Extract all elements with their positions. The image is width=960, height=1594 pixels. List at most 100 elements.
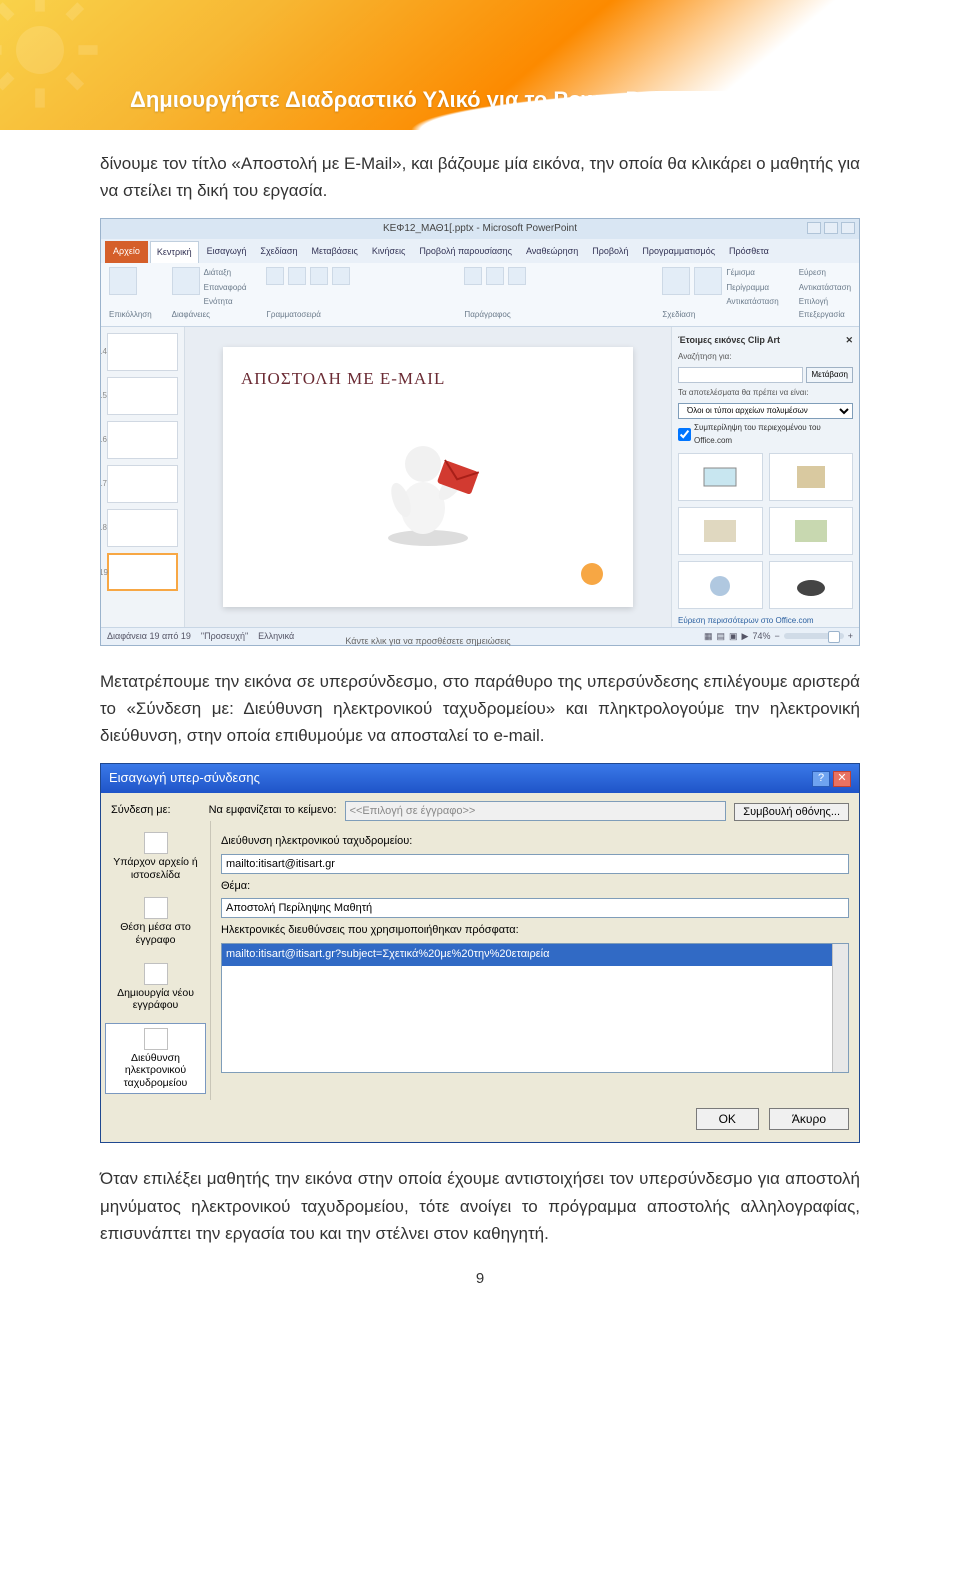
window-controls[interactable] <box>807 222 855 234</box>
email-icon <box>144 1028 168 1050</box>
link-to-email[interactable]: Διεύθυνση ηλεκτρονικού ταχυδρομείου <box>105 1023 206 1095</box>
link-to-existing[interactable]: Υπάρχον αρχείο ή ιστοσελίδα <box>105 827 206 886</box>
ribbon-select[interactable]: Επιλογή <box>799 296 851 309</box>
results-note: Τα αποτελέσματα θα πρέπει να είναι: <box>678 387 853 400</box>
clipart-search-input[interactable] <box>678 367 803 383</box>
help-icon[interactable]: ? <box>812 771 830 787</box>
ribbon-group-drawing: Σχεδίαση <box>662 309 778 322</box>
ok-button[interactable]: OK <box>696 1108 759 1130</box>
cancel-button[interactable]: Άκυρο <box>769 1108 849 1130</box>
page-banner: Δημιουργήστε Διαδραστικό Υλικό για το Po… <box>0 0 960 130</box>
media-types-select[interactable]: Όλοι οι τύποι αρχείων πολυμέσων <box>678 403 853 419</box>
tab-addins[interactable]: Πρόσθετα <box>723 241 775 262</box>
tab-review[interactable]: Αναθεώρηση <box>520 241 584 262</box>
slide-thumb-16[interactable]: 16 <box>107 421 178 459</box>
ppt-title-bar: ΚΕΦ12_ΜΑΘ1[.pptx - Microsoft PowerPoint <box>101 219 859 239</box>
email-address-input[interactable] <box>221 854 849 874</box>
view-sorter-icon[interactable]: ▤ <box>717 629 726 643</box>
paragraph-2: Μετατρέπουμε την εικόνα σε υπερσύνδεσμο,… <box>100 668 860 750</box>
slide-title[interactable]: ΑΠΟΣΤΟΛΗ ΜΕ E-MAIL <box>241 365 615 392</box>
arrange-icon[interactable] <box>694 267 722 295</box>
slide-thumb-18[interactable]: 18 <box>107 509 178 547</box>
ribbon-fill[interactable]: Γέμισμα <box>726 267 778 280</box>
subject-label: Θέμα: <box>221 878 849 896</box>
slide-thumb-14[interactable]: 14 <box>107 333 178 371</box>
view-slideshow-icon[interactable]: ▶ <box>742 629 749 643</box>
ribbon-section[interactable]: Ενότητα <box>204 296 247 309</box>
recent-list[interactable]: mailto:itisart@itisart.gr?subject=Σχετικ… <box>221 943 849 1073</box>
clipart-result[interactable] <box>769 507 854 555</box>
notes-placeholder[interactable]: Κάντε κλικ για να προσθέσετε σημειώσεις <box>185 634 671 648</box>
hyperlink-dialog: Εισαγωγή υπερ-σύνδεσης ? ✕ Σύνδεση με: Ν… <box>100 763 860 1143</box>
view-normal-icon[interactable]: ▦ <box>704 629 713 643</box>
more-office-link[interactable]: Εύρεση περισσότερων στο Office.com <box>678 615 853 626</box>
paste-icon[interactable] <box>109 267 137 295</box>
font-size-icon[interactable] <box>332 267 350 285</box>
ribbon-tabs: Αρχείο Κεντρική Εισαγωγή Σχεδίαση Μεταβά… <box>101 239 859 262</box>
display-text-label: Να εμφανίζεται το κείμενο: <box>209 802 337 820</box>
maximize-icon[interactable] <box>824 222 838 234</box>
numbering-icon[interactable] <box>508 267 526 285</box>
view-reading-icon[interactable]: ▣ <box>729 629 738 643</box>
status-slide-count: Διαφάνεια 19 από 19 <box>107 629 191 643</box>
clipart-go-button[interactable]: Μετάβαση <box>806 367 853 383</box>
bold-icon[interactable] <box>266 267 284 285</box>
minimize-icon[interactable] <box>807 222 821 234</box>
align-icon[interactable] <box>464 267 482 285</box>
zoom-slider[interactable] <box>784 633 844 639</box>
bullets-icon[interactable] <box>486 267 504 285</box>
subject-input[interactable] <box>221 898 849 918</box>
ribbon-layout[interactable]: Διάταξη <box>204 267 247 280</box>
clipart-result[interactable] <box>769 453 854 501</box>
italic-icon[interactable] <box>288 267 306 285</box>
ribbon-group-font: Γραμματοσειρά <box>266 309 444 322</box>
recent-label: Ηλεκτρονικές διευθύνσεις που χρησιμοποιή… <box>221 922 849 940</box>
ribbon-effects[interactable]: Αντικατάσταση <box>726 296 778 309</box>
slide-thumb-19[interactable]: 19 <box>107 553 178 591</box>
ribbon-find[interactable]: Εύρεση <box>799 267 851 280</box>
tab-design[interactable]: Σχεδίαση <box>254 241 303 262</box>
link-to-sidebar: Υπάρχον αρχείο ή ιστοσελίδα Θέση μέσα στ… <box>101 821 211 1100</box>
new-slide-icon[interactable] <box>172 267 200 295</box>
current-slide[interactable]: ΑΠΟΣΤΟΛΗ ΜΕ E-MAIL <box>223 347 633 607</box>
ppt-title: ΚΕΦ12_ΜΑΘ1[.pptx - Microsoft PowerPoint <box>383 221 577 237</box>
underline-icon[interactable] <box>310 267 328 285</box>
close-icon[interactable] <box>841 222 855 234</box>
clipart-result[interactable] <box>678 507 763 555</box>
tab-file[interactable]: Αρχείο <box>105 241 148 262</box>
banner-curve <box>0 91 960 130</box>
tab-insert[interactable]: Εισαγωγή <box>201 241 253 262</box>
close-pane-icon[interactable]: ✕ <box>845 333 853 347</box>
paragraph-1: δίνουμε τον τίτλο «Αποστολή με E-Mail», … <box>100 150 860 204</box>
link-to-label: Σύνδεση με: <box>111 802 171 820</box>
scrollbar[interactable] <box>832 944 848 1072</box>
shapes-icon[interactable] <box>662 267 690 295</box>
close-icon[interactable]: ✕ <box>833 771 851 787</box>
ribbon-outline[interactable]: Περίγραμμα <box>726 282 778 295</box>
ribbon-replace[interactable]: Αντικατάσταση <box>799 282 851 295</box>
recent-list-item[interactable]: mailto:itisart@itisart.gr?subject=Σχετικ… <box>222 944 848 966</box>
powerpoint-screenshot: ΚΕΦ12_ΜΑΘ1[.pptx - Microsoft PowerPoint … <box>100 218 860 645</box>
tab-animations[interactable]: Κινήσεις <box>366 241 411 262</box>
slide-thumb-15[interactable]: 15 <box>107 377 178 415</box>
clipart-result[interactable] <box>769 561 854 609</box>
zoom-value: 74% <box>752 629 770 643</box>
selection-handle[interactable] <box>581 563 603 585</box>
page-number: 9 <box>100 1267 860 1291</box>
clipart-result[interactable] <box>678 453 763 501</box>
tab-transitions[interactable]: Μεταβάσεις <box>305 241 363 262</box>
tab-slideshow[interactable]: Προβολή παρουσίασης <box>413 241 518 262</box>
ribbon-reset[interactable]: Επαναφορά <box>204 282 247 295</box>
slide-thumbnails-pane[interactable]: 14 15 16 17 18 19 <box>101 327 185 627</box>
clipart-result[interactable] <box>678 561 763 609</box>
envelope-figure[interactable] <box>363 430 493 550</box>
slide-thumb-17[interactable]: 17 <box>107 465 178 503</box>
tab-view[interactable]: Προβολή <box>586 241 634 262</box>
screen-tip-button[interactable]: Συμβουλή οθόνης... <box>734 803 849 821</box>
tab-developer[interactable]: Προγραμματισμός <box>636 241 721 262</box>
link-to-new-doc[interactable]: Δημιουργία νέου εγγράφου <box>105 958 206 1017</box>
ribbon-group-paragraph: Παράγραφος <box>464 309 642 322</box>
include-office-checkbox[interactable]: Συμπερίληψη του περιεχομένου του Office.… <box>678 422 853 448</box>
tab-home[interactable]: Κεντρική <box>150 241 199 262</box>
link-to-place[interactable]: Θέση μέσα στο έγγραφο <box>105 892 206 951</box>
